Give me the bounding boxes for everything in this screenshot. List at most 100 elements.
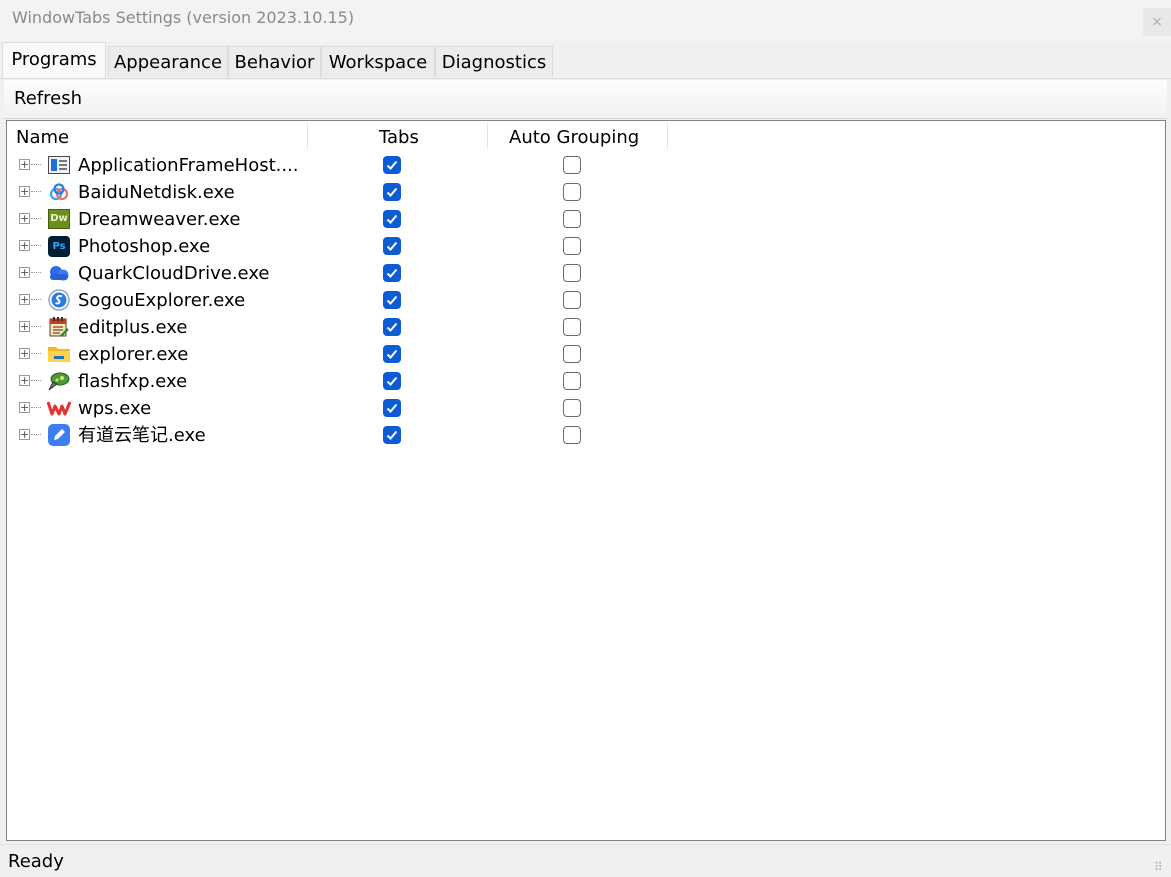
program-name: QuarkCloudDrive.exe	[78, 263, 270, 284]
expand-icon[interactable]: +	[19, 402, 30, 413]
expand-icon[interactable]: +	[19, 267, 30, 278]
program-name: editplus.exe	[78, 317, 188, 338]
window-title: WindowTabs Settings (version 2023.10.15)	[12, 8, 355, 27]
photoshop-icon-label: Ps	[48, 235, 70, 257]
auto-grouping-checkbox[interactable]	[563, 156, 581, 174]
tab-strip: Programs Appearance Behavior Workspace D…	[0, 42, 1171, 78]
column-separator[interactable]	[487, 123, 488, 149]
expand-icon[interactable]: +	[19, 294, 30, 305]
expand-icon[interactable]: +	[19, 375, 30, 386]
program-name: BaiduNetdisk.exe	[78, 182, 235, 203]
tabs-checkbox[interactable]	[383, 291, 401, 309]
tree-line	[31, 245, 41, 246]
column-header-auto-grouping[interactable]: Auto Grouping	[509, 125, 639, 151]
auto-grouping-checkbox[interactable]	[563, 426, 581, 444]
program-row[interactable]: + SogouExplorer.exe	[7, 287, 1165, 314]
expand-icon[interactable]: +	[19, 159, 30, 170]
tab-behavior[interactable]: Behavior	[228, 46, 321, 77]
tree-line	[31, 218, 41, 219]
tabs-checkbox[interactable]	[383, 399, 401, 417]
tabs-checkbox[interactable]	[383, 264, 401, 282]
tab-diagnostics[interactable]: Diagnostics	[435, 46, 553, 77]
title-bar[interactable]: WindowTabs Settings (version 2023.10.15)…	[0, 0, 1171, 42]
expand-icon[interactable]: +	[19, 186, 30, 197]
program-name: Photoshop.exe	[78, 236, 211, 257]
program-row[interactable]: + Dw Dreamweaver.exe	[7, 206, 1165, 233]
auto-grouping-checkbox[interactable]	[563, 399, 581, 417]
tabs-checkbox[interactable]	[383, 345, 401, 363]
flashfxp-icon	[47, 369, 71, 393]
sogou-explorer-icon	[47, 288, 71, 312]
program-row[interactable]: + wps.exe	[7, 395, 1165, 422]
auto-grouping-checkbox[interactable]	[563, 291, 581, 309]
column-separator[interactable]	[307, 123, 308, 149]
folder-icon	[47, 342, 71, 366]
tabs-checkbox[interactable]	[383, 318, 401, 336]
list-header: Name Tabs Auto Grouping	[7, 121, 1165, 153]
auto-grouping-checkbox[interactable]	[563, 210, 581, 228]
auto-grouping-checkbox[interactable]	[563, 318, 581, 336]
tab-panel-border	[0, 78, 1171, 79]
tree-line	[31, 407, 41, 408]
program-name: ApplicationFrameHost....	[78, 155, 299, 176]
program-row[interactable]: + BaiduNetdisk.exe	[7, 179, 1165, 206]
tab-workspace[interactable]: Workspace	[321, 46, 435, 77]
tab-appearance[interactable]: Appearance	[108, 46, 228, 77]
program-row[interactable]: + flashfxp.exe	[7, 368, 1165, 395]
tabs-checkbox[interactable]	[383, 156, 401, 174]
tabs-checkbox[interactable]	[383, 426, 401, 444]
program-name: Dreamweaver.exe	[78, 209, 241, 230]
tabs-checkbox[interactable]	[383, 372, 401, 390]
column-header-tabs[interactable]: Tabs	[379, 125, 419, 151]
status-text: Ready	[8, 851, 64, 872]
tree-line	[31, 434, 41, 435]
tree-line	[31, 191, 41, 192]
refresh-button[interactable]: Refresh	[14, 88, 82, 109]
tree-line	[31, 380, 41, 381]
program-row[interactable]: + QuarkCloudDrive.exe	[7, 260, 1165, 287]
resize-grip-icon[interactable]: ⠿	[1154, 860, 1163, 874]
editplus-icon	[47, 315, 71, 339]
app-frame-icon	[47, 153, 71, 177]
youdao-note-icon	[47, 423, 71, 447]
tree-line	[31, 353, 41, 354]
program-row[interactable]: + 有道云笔记.exe	[7, 422, 1165, 449]
program-row[interactable]: + ApplicationFrameHost....	[7, 152, 1165, 179]
expand-icon[interactable]: +	[19, 321, 30, 332]
dreamweaver-icon: Dw	[47, 207, 71, 231]
program-name: flashfxp.exe	[78, 371, 188, 392]
baidu-netdisk-icon	[47, 180, 71, 204]
program-name: SogouExplorer.exe	[78, 290, 246, 311]
programs-list[interactable]: Name Tabs Auto Grouping + ApplicationFra…	[6, 120, 1166, 841]
program-name: explorer.exe	[78, 344, 189, 365]
auto-grouping-checkbox[interactable]	[563, 345, 581, 363]
wps-icon	[47, 396, 71, 420]
expand-icon[interactable]: +	[19, 240, 30, 251]
tab-programs[interactable]: Programs	[2, 42, 106, 78]
tabs-checkbox[interactable]	[383, 183, 401, 201]
auto-grouping-checkbox[interactable]	[563, 264, 581, 282]
tree-line	[31, 272, 41, 273]
column-separator[interactable]	[667, 123, 668, 149]
tabs-checkbox[interactable]	[383, 210, 401, 228]
program-row[interactable]: + editplus.exe	[7, 314, 1165, 341]
auto-grouping-checkbox[interactable]	[563, 237, 581, 255]
toolbar: Refresh	[4, 80, 1167, 119]
expand-icon[interactable]: +	[19, 429, 30, 440]
expand-icon[interactable]: +	[19, 213, 30, 224]
column-header-name[interactable]: Name	[16, 125, 69, 151]
close-button[interactable]: ×	[1143, 8, 1171, 36]
auto-grouping-checkbox[interactable]	[563, 183, 581, 201]
auto-grouping-checkbox[interactable]	[563, 372, 581, 390]
expand-icon[interactable]: +	[19, 348, 30, 359]
settings-window: WindowTabs Settings (version 2023.10.15)…	[0, 0, 1171, 877]
tree-line	[31, 326, 41, 327]
tree-line	[31, 299, 41, 300]
photoshop-icon: Ps	[47, 234, 71, 258]
tabs-checkbox[interactable]	[383, 237, 401, 255]
program-row[interactable]: + explorer.exe	[7, 341, 1165, 368]
tree-line	[31, 164, 41, 165]
program-row[interactable]: + Ps Photoshop.exe	[7, 233, 1165, 260]
program-name: wps.exe	[78, 398, 152, 419]
status-bar: Ready ⠿	[0, 844, 1171, 877]
